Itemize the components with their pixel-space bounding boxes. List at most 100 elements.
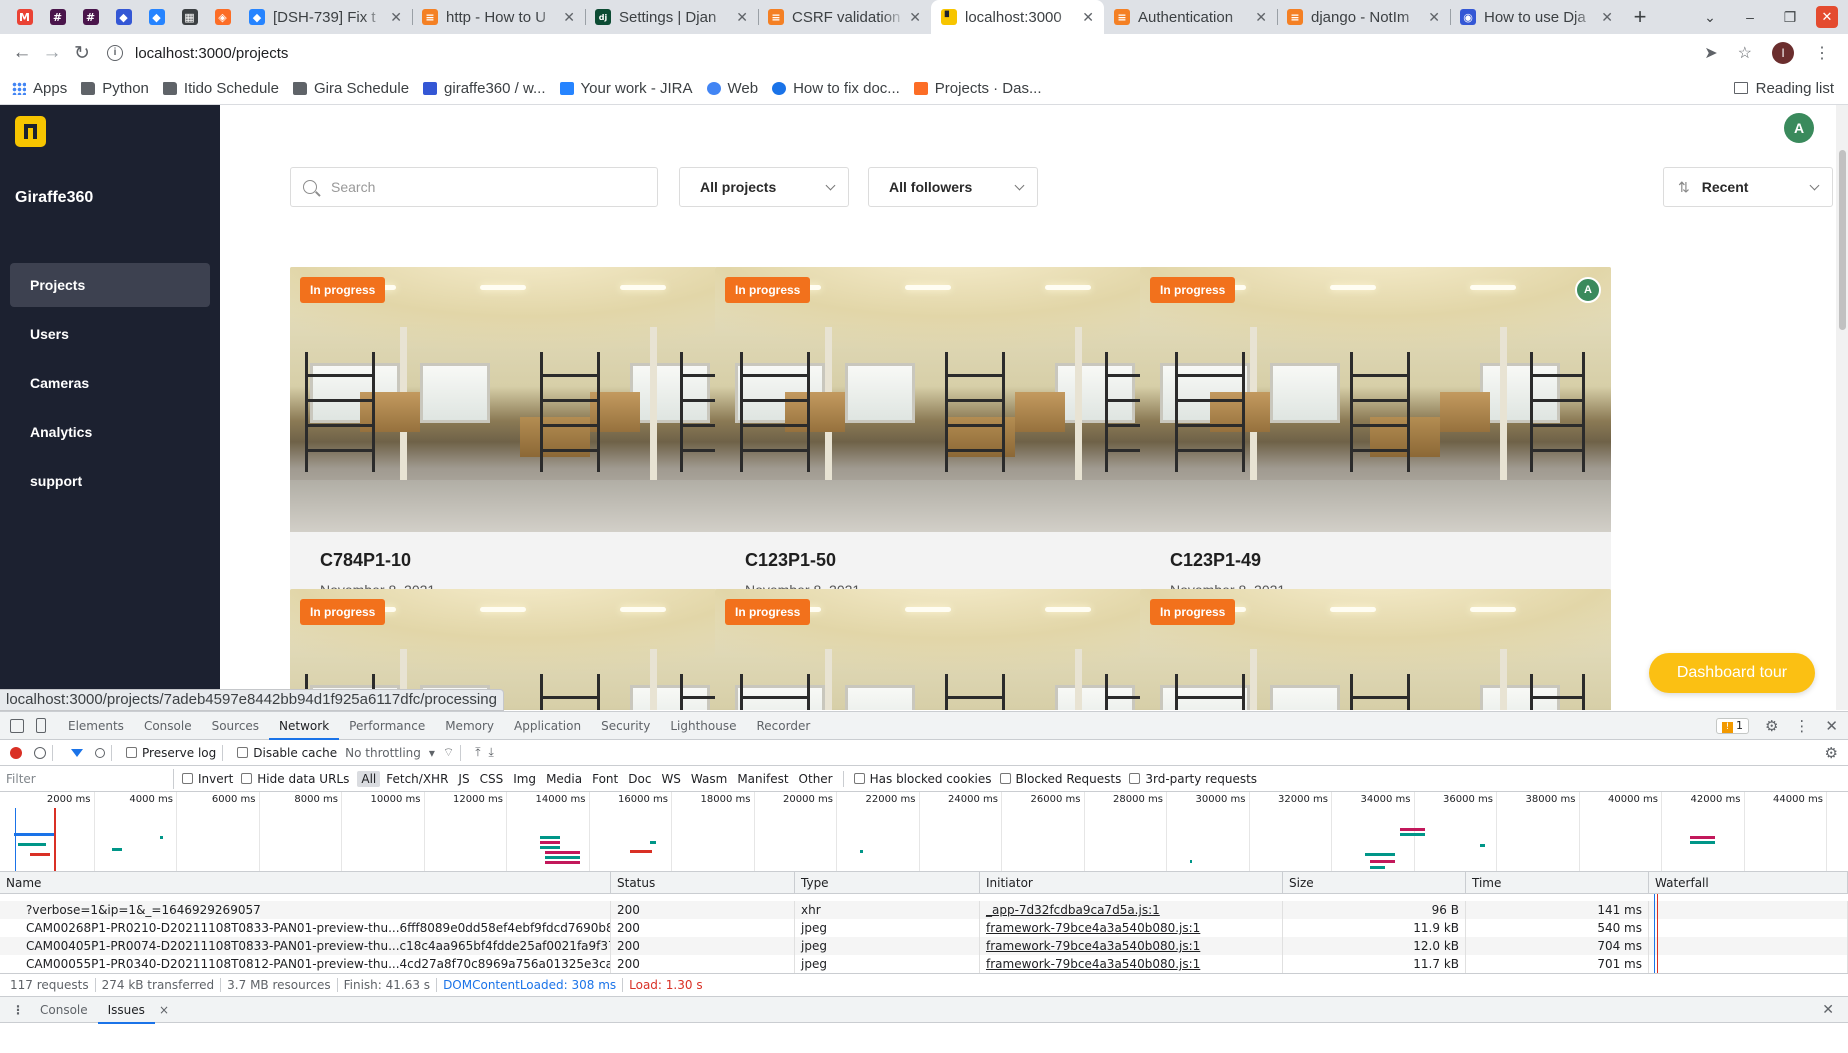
type-filter[interactable]: Media <box>542 771 586 787</box>
sidebar-item-projects[interactable]: Projects <box>10 263 210 307</box>
table-row[interactable]: CAM00405P1-PR0074-D20211108T0833-PAN01-p… <box>0 937 1848 955</box>
network-overview-timeline[interactable]: 2000 ms 4000 ms 6000 ms 8000 ms 10000 ms 1200… <box>0 792 1848 872</box>
tab-performance[interactable]: Performance <box>339 712 435 740</box>
user-avatar[interactable]: A <box>1784 113 1814 143</box>
tab-network[interactable]: Network <box>269 712 340 740</box>
inspect-element-icon[interactable] <box>10 718 24 733</box>
tab-recorder[interactable]: Recorder <box>747 712 821 740</box>
type-filter[interactable]: Fetch/XHR <box>382 771 452 787</box>
minimize-button[interactable]: – <box>1730 9 1770 25</box>
type-filter[interactable]: Img <box>509 771 540 787</box>
sidebar-item-analytics[interactable]: Analytics <box>10 410 210 454</box>
forward-button[interactable]: → <box>37 42 67 64</box>
browser-tab[interactable]: ▘ localhost:3000 ✕ <box>931 0 1104 34</box>
sidebar-item-support[interactable]: support <box>10 459 210 503</box>
site-info-icon[interactable]: i <box>107 45 123 61</box>
close-tab-icon[interactable]: ✕ <box>909 9 921 26</box>
filter-input[interactable]: Filter <box>4 768 174 789</box>
bookmark-item[interactable]: How to fix doc... <box>772 80 900 97</box>
pinned-tab[interactable]: # <box>74 0 107 34</box>
giraffe-logo-icon[interactable] <box>15 116 46 147</box>
close-tab-icon[interactable]: ✕ <box>736 9 748 26</box>
cell-initiator[interactable]: framework-79bce4a3a540b080.js:1 <box>980 937 1283 955</box>
settings-gear-icon[interactable]: ⚙ <box>1765 717 1778 735</box>
pinned-tab[interactable]: # <box>41 0 74 34</box>
table-row[interactable]: ?verbose=1&ip=1&_=1646929269057 200 xhr _ap… <box>0 901 1848 919</box>
search-input[interactable] <box>331 179 631 195</box>
browser-menu-icon[interactable]: ⋮ <box>1814 43 1830 63</box>
tab-memory[interactable]: Memory <box>435 712 504 740</box>
bookmark-star-icon[interactable]: ☆ <box>1738 43 1752 63</box>
dashboard-tour-button[interactable]: Dashboard tour <box>1649 653 1815 693</box>
column-header[interactable]: Size <box>1283 872 1466 894</box>
column-header[interactable]: Waterfall <box>1649 872 1848 894</box>
tab-elements[interactable]: Elements <box>58 712 134 740</box>
browser-tab[interactable]: ≡ http - How to U ✕ <box>412 0 585 34</box>
column-header[interactable]: Type <box>795 872 980 894</box>
drawer-tab-console[interactable]: Console <box>30 996 98 1024</box>
bookmark-item[interactable]: Your work - JIRA <box>559 80 693 97</box>
pinned-tab[interactable]: M <box>8 0 41 34</box>
reading-list-button[interactable]: Reading list <box>1733 80 1834 97</box>
pinned-tab[interactable]: ◈ <box>206 0 239 34</box>
pinned-tab[interactable]: ◆ <box>140 0 173 34</box>
close-tab-icon[interactable]: ✕ <box>1082 9 1094 26</box>
tab-console[interactable]: Console <box>134 712 202 740</box>
disable-cache-checkbox[interactable]: Disable cache <box>237 746 337 760</box>
new-tab-button[interactable]: + <box>1623 4 1657 30</box>
browser-tab[interactable]: dj Settings | Djan ✕ <box>585 0 758 34</box>
profile-avatar[interactable]: I <box>1772 42 1794 64</box>
bookmark-item[interactable]: Apps <box>12 80 67 97</box>
close-window-button[interactable]: ✕ <box>1816 6 1838 28</box>
drawer-tab-issues[interactable]: Issues <box>97 996 155 1024</box>
search-icon[interactable] <box>95 747 105 758</box>
filter-funnel-icon[interactable] <box>71 748 83 757</box>
device-toolbar-icon[interactable] <box>36 718 46 733</box>
devtools-menu-icon[interactable]: ⋮ <box>1794 717 1809 735</box>
browser-tab[interactable]: ≡ CSRF validation ✕ <box>758 0 931 34</box>
type-filter[interactable]: Wasm <box>687 771 731 787</box>
bookmark-item[interactable]: Projects · Das... <box>913 80 1042 97</box>
project-thumbnail[interactable]: In progress <box>1140 589 1611 710</box>
send-icon[interactable]: ➤ <box>1704 43 1717 63</box>
tab-security[interactable]: Security <box>591 712 660 740</box>
column-header[interactable]: Initiator <box>980 872 1283 894</box>
import-har-icon[interactable]: ⤒ <box>475 745 480 760</box>
third-party-checkbox[interactable]: 3rd-party requests <box>1129 772 1257 786</box>
close-tab-icon[interactable]: ✕ <box>1601 9 1613 26</box>
close-tab-icon[interactable]: ✕ <box>1428 9 1440 26</box>
browser-tab[interactable]: ≡ django - NotIm ✕ <box>1277 0 1450 34</box>
invert-checkbox[interactable]: Invert <box>182 772 233 786</box>
close-tab-icon[interactable]: ✕ <box>1255 9 1267 26</box>
cell-initiator[interactable]: framework-79bce4a3a540b080.js:1 <box>980 955 1283 973</box>
column-header[interactable]: Status <box>611 872 795 894</box>
close-tab-icon[interactable]: ✕ <box>563 9 575 26</box>
type-filter[interactable]: JS <box>454 771 473 787</box>
project-thumbnail[interactable]: In progressA <box>715 267 1186 532</box>
address-bar[interactable]: i localhost:3000/projects <box>107 38 1696 68</box>
column-header[interactable]: Time <box>1466 872 1649 894</box>
project-thumbnail[interactable]: In progressA <box>290 267 761 532</box>
chevron-down-icon[interactable]: ▾ <box>429 746 435 760</box>
browser-tab[interactable]: ◉ How to use Dja ✕ <box>1450 0 1623 34</box>
preserve-log-checkbox[interactable]: Preserve log <box>126 746 216 760</box>
close-devtools-icon[interactable]: ✕ <box>1825 717 1838 735</box>
sidebar-item-users[interactable]: Users <box>10 312 210 356</box>
throttling-select[interactable]: No throttling <box>345 746 421 760</box>
project-card[interactable]: In progressAC123P1-49November 8, 2021 <box>1140 267 1611 616</box>
bookmark-item[interactable]: Itido Schedule <box>162 80 279 97</box>
blocked-cookies-checkbox[interactable]: Has blocked cookies <box>853 772 992 786</box>
projects-filter-select[interactable]: All projects <box>679 167 849 207</box>
tab-search-icon[interactable]: ⌄ <box>1690 9 1730 26</box>
bookmark-item[interactable]: Python <box>81 80 149 97</box>
close-drawer-icon[interactable]: ✕ <box>1822 1002 1834 1018</box>
type-filter[interactable]: All <box>357 770 381 787</box>
column-header[interactable]: Name <box>0 872 611 894</box>
type-filter[interactable]: Font <box>588 771 622 787</box>
type-filter[interactable]: Other <box>795 771 837 787</box>
tab-application[interactable]: Application <box>504 712 591 740</box>
sidebar-item-cameras[interactable]: Cameras <box>10 361 210 405</box>
table-row[interactable]: CAM00055P1-PR0340-D20211108T0812-PAN01-p… <box>0 955 1848 973</box>
type-filter[interactable]: WS <box>657 771 684 787</box>
record-icon[interactable] <box>10 746 22 759</box>
